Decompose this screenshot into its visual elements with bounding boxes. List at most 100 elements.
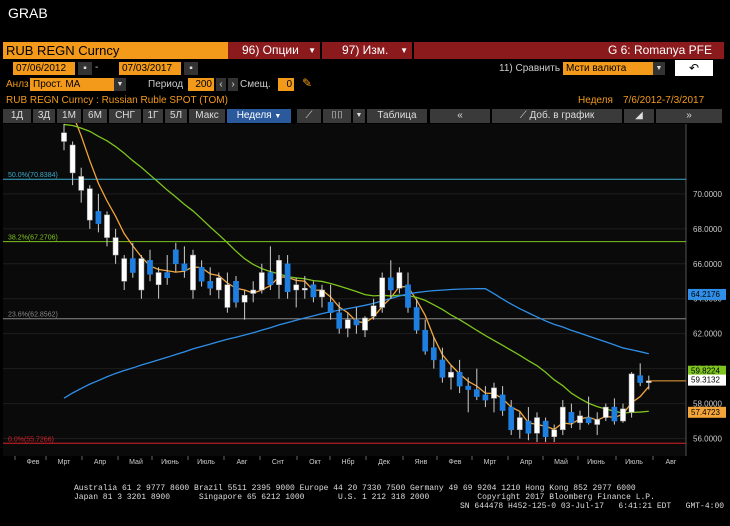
x-tick-label: Мрт xyxy=(484,459,498,466)
options-label: 96) Опции xyxy=(242,43,299,57)
candle-body xyxy=(319,289,325,298)
scroll-left-icon[interactable]: « xyxy=(430,109,490,123)
x-tick-label: Июль xyxy=(625,459,643,466)
candle-body xyxy=(585,417,592,424)
tab-3d[interactable]: 3Д xyxy=(33,109,55,123)
candle-body xyxy=(190,254,196,291)
candle-body xyxy=(628,373,635,413)
date-separator: - xyxy=(95,62,99,73)
candle-body xyxy=(164,272,171,279)
x-tick-label: Апр xyxy=(520,459,532,466)
candle-body xyxy=(78,176,85,191)
candle-body xyxy=(448,371,454,378)
candle-body xyxy=(611,406,618,422)
candle-body xyxy=(405,284,411,308)
candle-body xyxy=(224,284,231,308)
candle-body xyxy=(250,289,257,294)
x-tick-label: Нбр xyxy=(342,458,355,466)
shift-field[interactable]: 0 xyxy=(278,78,294,91)
x-tick-label: Фев xyxy=(449,459,462,466)
add-to-chart-button[interactable]: ⟋ Доб. в график xyxy=(492,109,622,123)
pencil-icon[interactable]: ✎ xyxy=(302,76,312,90)
y-tick-label: 56.0000 xyxy=(693,435,722,444)
candle-body xyxy=(499,394,506,411)
chevron-down-icon[interactable]: ▼ xyxy=(653,62,665,75)
footer-contacts-2: Japan 81 3 3201 8900 Singapore 65 6212 1… xyxy=(74,493,655,502)
tab-1d[interactable]: 1Д xyxy=(3,109,31,123)
zoom-icon[interactable]: ◢ xyxy=(624,109,654,123)
x-tick-label: Июнь xyxy=(161,459,179,466)
calendar-icon[interactable]: ▪ xyxy=(184,62,198,75)
chevron-down-icon: ▼ xyxy=(400,46,408,55)
line-chart-icon[interactable]: ⟋ xyxy=(297,109,321,123)
candle-body xyxy=(508,406,515,431)
candle-body xyxy=(276,260,282,286)
price-tag-label: 57.4723 xyxy=(691,408,720,417)
tab-6m[interactable]: 6М xyxy=(83,109,107,123)
x-tick-label: Янв xyxy=(415,459,428,466)
calendar-icon[interactable]: ▪ xyxy=(78,62,92,75)
footer-session: SN 644478 H452-125-0 03-Jul-17 6:41:21 E… xyxy=(460,502,725,511)
y-tick-label: 68.0000 xyxy=(693,225,722,234)
analysis-select[interactable]: Прост. MA xyxy=(30,78,114,91)
candle-body xyxy=(207,281,214,289)
x-tick-label: Авг xyxy=(237,459,248,466)
candle-body xyxy=(327,301,334,313)
candle-body xyxy=(95,211,102,224)
tab-max[interactable]: Макс xyxy=(189,109,225,123)
security-ticker-field[interactable]: RUB REGN Curncy xyxy=(3,42,228,59)
tab-5y[interactable]: 5Л xyxy=(165,109,187,123)
candle-body xyxy=(198,267,205,282)
security-description: RUB REGN Curncy : Russian Ruble SPOT (TO… xyxy=(6,95,228,106)
candle-body xyxy=(284,263,291,292)
candle-body xyxy=(551,429,558,438)
candle-body xyxy=(542,420,549,438)
compare-select[interactable]: Мсти валюта xyxy=(563,62,653,75)
options-button[interactable]: 96) Опции ▼ xyxy=(228,42,320,59)
candle-body xyxy=(155,272,162,286)
frequency-select[interactable]: Неделя ▼ xyxy=(227,109,291,123)
table-button[interactable]: Таблица xyxy=(367,109,427,123)
chevron-right-icon[interactable]: › xyxy=(228,78,238,91)
candle-body xyxy=(336,312,343,329)
tab-1m[interactable]: 1М xyxy=(57,109,81,123)
price-chart[interactable]: 70.000068.000066.000064.000062.000060.00… xyxy=(0,123,730,468)
back-button[interactable]: ↶ xyxy=(675,60,713,76)
y-tick-label: 66.0000 xyxy=(693,260,722,269)
candle-body xyxy=(602,406,609,418)
fib-level-label: 0.0%(55.7266) xyxy=(8,436,54,443)
candle-body xyxy=(525,420,532,434)
candle-body xyxy=(112,237,119,256)
add-to-chart-label: Доб. в график xyxy=(529,110,595,121)
candle-body xyxy=(172,249,179,265)
x-tick-label: Окт xyxy=(309,459,322,466)
x-tick-label: Авг xyxy=(666,459,677,466)
tab-1y[interactable]: 1Г xyxy=(143,109,163,123)
y-tick-label: 70.0000 xyxy=(693,190,722,199)
candle-body xyxy=(258,272,265,291)
tab-ytd[interactable]: СНГ xyxy=(109,109,141,123)
x-tick-label: Май xyxy=(129,458,143,466)
candle-body xyxy=(456,371,463,387)
candle-body xyxy=(233,281,239,303)
x-tick-label: Июль xyxy=(197,459,215,466)
period-label: Период xyxy=(148,79,184,90)
chevron-left-icon[interactable]: ‹ xyxy=(216,78,226,91)
candlestick-icon[interactable]: ⌷⌷ xyxy=(323,109,351,123)
chevron-down-icon[interactable]: ▼ xyxy=(114,78,126,91)
candle-body xyxy=(430,347,437,361)
date-range: 7/6/2012-7/3/2017 xyxy=(623,95,705,106)
end-date-field[interactable]: 07/03/2017 xyxy=(119,62,181,75)
candle-body xyxy=(362,317,368,331)
fib-level-label: 23.6%(62.8562) xyxy=(8,312,58,319)
candle-body xyxy=(241,294,248,303)
start-date-field[interactable]: 07/06/2012 xyxy=(13,62,75,75)
period-field[interactable]: 200 xyxy=(188,78,214,91)
edit-button[interactable]: 97) Изм. ▼ xyxy=(322,42,412,59)
candle-body xyxy=(310,284,317,298)
chevron-down-icon[interactable]: ▼ xyxy=(353,109,365,123)
candle-body xyxy=(121,258,128,282)
scroll-right-icon[interactable]: » xyxy=(656,109,722,123)
candle-body xyxy=(396,272,403,289)
candle-body xyxy=(473,389,480,397)
